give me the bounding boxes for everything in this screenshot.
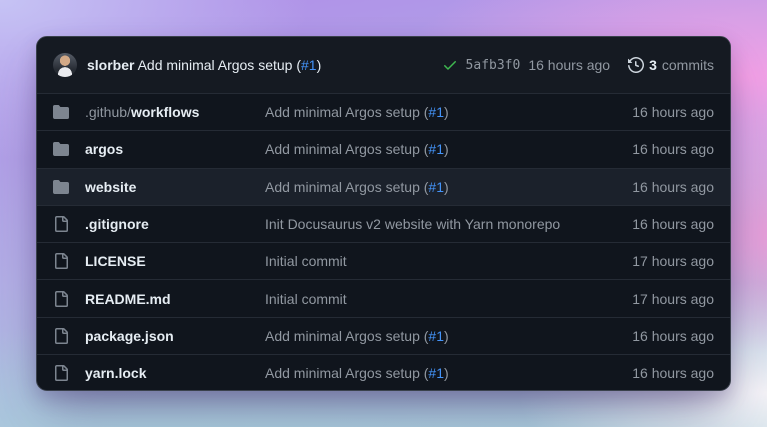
file-name-link[interactable]: website bbox=[85, 179, 249, 195]
file-icon bbox=[53, 253, 69, 269]
file-name-link[interactable]: .github/workflows bbox=[85, 104, 249, 120]
commit-time: 16 hours ago bbox=[528, 57, 610, 73]
file-name-link[interactable]: README.md bbox=[85, 291, 249, 307]
commits-history-link[interactable]: 3 commits bbox=[628, 57, 714, 73]
pr-link[interactable]: #1 bbox=[428, 365, 444, 381]
file-icon bbox=[53, 216, 69, 232]
table-row-yarn-lock[interactable]: yarn.lock Add minimal Argos setup (#1) 1… bbox=[37, 354, 730, 391]
commit-author[interactable]: slorber bbox=[87, 57, 134, 73]
commits-count: 3 bbox=[649, 57, 657, 73]
table-row-github-workflows[interactable]: .github/workflows Add minimal Argos setu… bbox=[37, 93, 730, 130]
file-name-link[interactable]: yarn.lock bbox=[85, 365, 249, 381]
row-commit-time: 16 hours ago bbox=[632, 104, 714, 120]
commit-meta: 5afb3f0 16 hours ago 3 commits bbox=[442, 57, 714, 73]
row-commit-time: 16 hours ago bbox=[632, 141, 714, 157]
row-commit-message[interactable]: Initial commit bbox=[265, 291, 616, 307]
row-commit-message[interactable]: Add minimal Argos setup (#1) bbox=[265, 328, 616, 344]
row-commit-message[interactable]: Add minimal Argos setup (#1) bbox=[265, 179, 616, 195]
row-commit-time: 16 hours ago bbox=[632, 179, 714, 195]
commit-hash[interactable]: 5afb3f0 bbox=[466, 58, 521, 73]
row-commit-time: 16 hours ago bbox=[632, 365, 714, 381]
row-commit-time: 17 hours ago bbox=[632, 253, 714, 269]
check-icon[interactable] bbox=[442, 57, 458, 73]
pr-link[interactable]: #1 bbox=[428, 141, 444, 157]
repo-file-browser: slorber Add minimal Argos setup (#1) 5af… bbox=[36, 36, 731, 391]
history-icon bbox=[628, 57, 644, 73]
row-commit-time: 17 hours ago bbox=[632, 291, 714, 307]
pr-link[interactable]: #1 bbox=[301, 57, 317, 73]
table-row-argos[interactable]: argos Add minimal Argos setup (#1) 16 ho… bbox=[37, 130, 730, 167]
row-commit-time: 16 hours ago bbox=[632, 216, 714, 232]
pr-link[interactable]: #1 bbox=[428, 179, 444, 195]
row-commit-time: 16 hours ago bbox=[632, 328, 714, 344]
row-commit-message[interactable]: Add minimal Argos setup (#1) bbox=[265, 365, 616, 381]
row-commit-message[interactable]: Initial commit bbox=[265, 253, 616, 269]
row-commit-message[interactable]: Add minimal Argos setup (#1) bbox=[265, 104, 616, 120]
table-row-gitignore[interactable]: .gitignore Init Docusaurus v2 website wi… bbox=[37, 205, 730, 242]
file-icon bbox=[53, 365, 69, 381]
file-name-link[interactable]: .gitignore bbox=[85, 216, 249, 232]
row-commit-message[interactable]: Init Docusaurus v2 website with Yarn mon… bbox=[265, 216, 616, 232]
pr-link[interactable]: #1 bbox=[428, 328, 444, 344]
file-icon bbox=[53, 291, 69, 307]
file-name-link[interactable]: argos bbox=[85, 141, 249, 157]
commit-summary: slorber Add minimal Argos setup (#1) bbox=[87, 57, 321, 73]
file-name-link[interactable]: package.json bbox=[85, 328, 249, 344]
folder-icon bbox=[53, 141, 69, 157]
table-row-website[interactable]: website Add minimal Argos setup (#1) 16 … bbox=[37, 168, 730, 205]
table-row-package-json[interactable]: package.json Add minimal Argos setup (#1… bbox=[37, 317, 730, 354]
folder-icon bbox=[53, 104, 69, 120]
row-commit-message[interactable]: Add minimal Argos setup (#1) bbox=[265, 141, 616, 157]
folder-icon bbox=[53, 179, 69, 195]
avatar[interactable] bbox=[53, 53, 77, 77]
table-row-readme[interactable]: README.md Initial commit 17 hours ago bbox=[37, 279, 730, 316]
pr-link[interactable]: #1 bbox=[428, 104, 444, 120]
file-name-link[interactable]: LICENSE bbox=[85, 253, 249, 269]
commit-message[interactable]: Add minimal Argos setup (#1) bbox=[138, 57, 322, 73]
commits-label: commits bbox=[662, 57, 714, 73]
file-icon bbox=[53, 328, 69, 344]
latest-commit-bar: slorber Add minimal Argos setup (#1) 5af… bbox=[37, 37, 730, 93]
table-row-license[interactable]: LICENSE Initial commit 17 hours ago bbox=[37, 242, 730, 279]
